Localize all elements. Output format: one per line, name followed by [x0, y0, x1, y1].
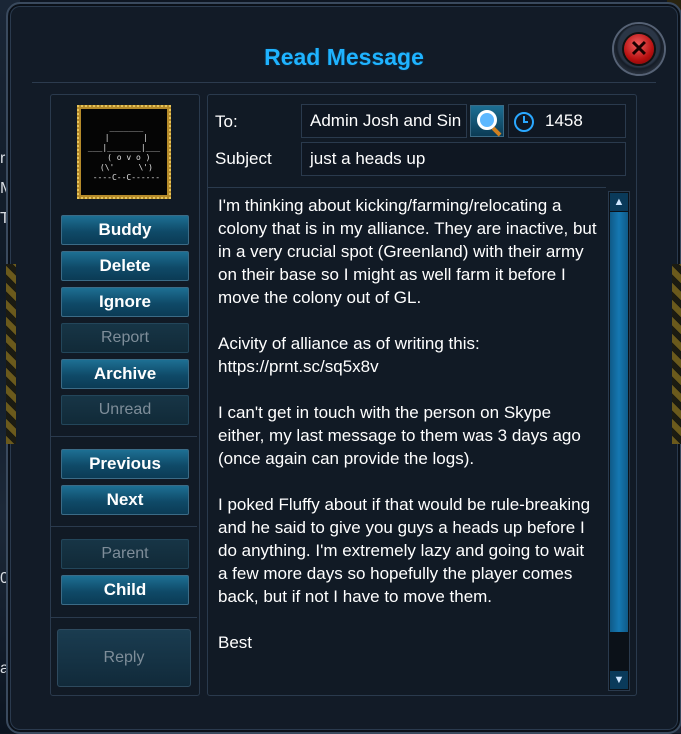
- message-paragraph: I can't get in touch with the person on …: [218, 403, 581, 468]
- hazard-stripe-decoration: [672, 264, 681, 444]
- delete-button[interactable]: Delete: [61, 251, 189, 281]
- subject-label: Subject: [215, 149, 272, 168]
- ignore-button[interactable]: Ignore: [61, 287, 189, 317]
- next-button[interactable]: Next: [61, 485, 189, 515]
- to-label: To:: [215, 112, 238, 131]
- parent-button[interactable]: Parent: [61, 539, 189, 569]
- window-title: Read Message: [264, 44, 424, 70]
- clock-icon: [514, 112, 534, 132]
- previous-button[interactable]: Previous: [61, 449, 189, 479]
- sender-avatar: _______ | | ___|_______|___ ( o v o ) (\…: [77, 105, 171, 199]
- close-button[interactable]: ✕: [614, 24, 664, 74]
- message-paragraph: I'm thinking about kicking/farming/reloc…: [218, 196, 597, 307]
- sidebar-divider: [51, 617, 197, 618]
- sidebar-divider: [51, 436, 197, 437]
- buddy-button[interactable]: Buddy: [61, 215, 189, 245]
- report-button[interactable]: Report: [61, 323, 189, 353]
- message-scrollbar[interactable]: ▲ ▼: [608, 191, 630, 691]
- title-bar: Read Message: [32, 26, 656, 83]
- sidebar-divider: [51, 526, 197, 527]
- search-recipient-button[interactable]: [470, 105, 504, 137]
- hazard-stripe-decoration: [6, 264, 16, 444]
- recipient-field: Admin Josh and Sin: [301, 104, 467, 138]
- search-icon-handle: [491, 126, 502, 137]
- scroll-down-icon[interactable]: ▼: [610, 671, 628, 689]
- unread-button[interactable]: Unread: [61, 395, 189, 425]
- message-paragraph: I poked Fluffy about if that would be ru…: [218, 495, 591, 606]
- action-sidebar: _______ | | ___|_______|___ ( o v o ) (\…: [50, 94, 200, 696]
- message-panel: To: Admin Josh and Sin 1458 Subject just…: [207, 94, 637, 696]
- subject-field: just a heads up: [301, 142, 626, 176]
- reply-button[interactable]: Reply: [57, 629, 191, 687]
- message-paragraph: Best: [218, 633, 253, 652]
- child-button[interactable]: Child: [61, 575, 189, 605]
- archive-button[interactable]: Archive: [61, 359, 189, 389]
- scrollbar-thumb[interactable]: [610, 212, 628, 632]
- message-paragraph: Acivity of alliance as of writing this: …: [218, 334, 480, 376]
- scroll-up-icon[interactable]: ▲: [610, 193, 628, 211]
- message-body: I'm thinking about kicking/farming/reloc…: [208, 187, 606, 693]
- close-icon: ✕: [624, 34, 654, 64]
